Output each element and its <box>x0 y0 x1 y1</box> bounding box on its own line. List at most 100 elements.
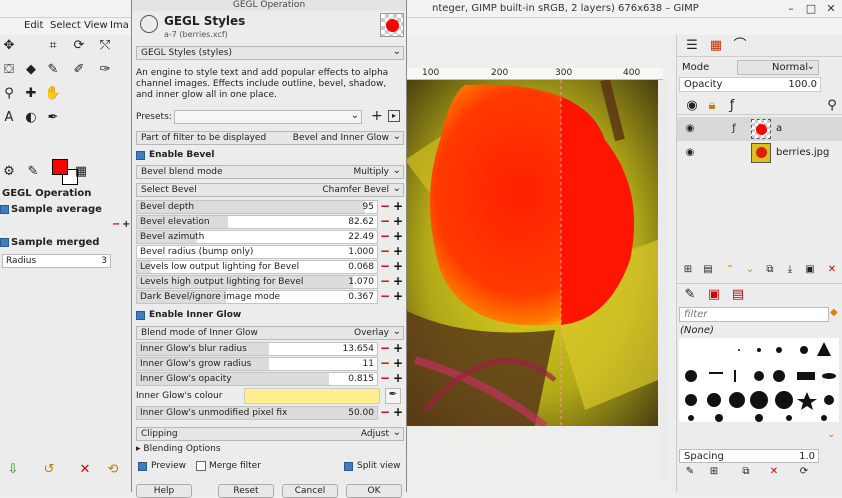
sample-merged-row[interactable]: Sample merged <box>0 237 130 249</box>
slider-row[interactable]: Inner Glow's opacity 0.815− + <box>136 372 404 386</box>
slider[interactable]: Inner Glow's blur radius 13.654 <box>136 342 378 356</box>
menu-select[interactable]: Select <box>50 20 81 31</box>
rotate-tool-icon[interactable]: ⟳ <box>70 37 88 55</box>
image-canvas[interactable] <box>405 80 658 426</box>
decrement-button[interactable]: − <box>379 290 391 304</box>
increment-button[interactable]: + <box>392 290 404 304</box>
decrement-button[interactable]: − <box>379 372 391 386</box>
decrement-button[interactable]: − <box>379 200 391 214</box>
slider[interactable]: Bevel depth 95 <box>136 200 378 214</box>
tool-options-tab-icon[interactable]: ⚙ <box>0 163 18 181</box>
unmodified-pixel-slider[interactable]: Inner Glow's unmodified pixel fix 50.00 <box>136 406 378 420</box>
crop-tool-icon[interactable]: ⌗ <box>44 37 62 55</box>
clone-tool-icon[interactable]: ⚲ <box>0 85 18 103</box>
warp-tool-icon[interactable]: ⤲ <box>96 37 114 55</box>
decrement-button[interactable]: − <box>379 357 391 371</box>
delete-options-icon[interactable]: ✕ <box>76 461 94 479</box>
chevron-down-icon[interactable]: ⌄ <box>827 429 835 440</box>
foreground-color-swatch[interactable] <box>52 159 68 175</box>
delete-layer-icon[interactable]: ✕ <box>823 261 841 279</box>
mask-layer-icon[interactable]: ▣ <box>801 261 819 279</box>
add-preset-icon[interactable]: + <box>371 108 383 124</box>
edit-brush-icon[interactable]: ✎ <box>681 463 699 481</box>
clipping-select[interactable]: Clipping Adjust ⌄ <box>136 427 404 441</box>
slider-row[interactable]: Levels low output lighting for Bevel 0.06… <box>136 260 404 274</box>
merge-filter-checkbox[interactable] <box>196 461 206 471</box>
decrement-button[interactable]: − <box>379 342 391 356</box>
presets-select[interactable]: ⌄ <box>174 110 362 124</box>
patterns-tab-icon[interactable]: ▣ <box>705 286 723 304</box>
increment-button[interactable]: + <box>392 342 404 356</box>
color-picker-icon[interactable]: ✒ <box>385 388 401 404</box>
lower-layer-icon[interactable]: ⌄ <box>741 261 759 279</box>
merge-filter-toggle[interactable]: Merge filter <box>196 461 276 473</box>
smudge-tool-icon[interactable]: ✋ <box>44 85 62 103</box>
slider-row[interactable]: Bevel depth 95− + <box>136 200 404 214</box>
lock-icon[interactable]: 🔒︎ <box>703 97 721 115</box>
restore-options-icon[interactable]: ↺ <box>40 461 58 479</box>
slider-row[interactable]: Dark Bevel/ignore image mode 0.367− + <box>136 290 404 304</box>
fx-icon[interactable]: ƒ <box>723 97 741 115</box>
channels-tab-icon[interactable]: ▦ <box>707 37 725 55</box>
visibility-eye-icon[interactable]: ◉ <box>681 120 699 138</box>
dodge-tool-icon[interactable]: ◐ <box>22 109 40 127</box>
slider-row[interactable]: Bevel azimuth 22.49− + <box>136 230 404 244</box>
gradients-tab-icon[interactable]: ▤ <box>729 286 747 304</box>
decrement-button[interactable]: − <box>379 260 391 274</box>
visibility-eye-icon[interactable]: ◉ <box>681 144 699 162</box>
merge-layer-icon[interactable]: ⤓ <box>781 261 799 279</box>
manage-presets-icon[interactable]: ▸ <box>388 110 400 122</box>
radius-minus-button[interactable]: − <box>112 219 120 230</box>
duplicate-brush-icon[interactable]: ⧉ <box>737 463 755 481</box>
increment-button[interactable]: + <box>392 245 404 259</box>
sample-average-row[interactable]: Sample average <box>0 204 130 216</box>
slider-row[interactable]: Bevel radius (bump only) 1.000− + <box>136 245 404 259</box>
heal-tool-icon[interactable]: ✚ <box>22 85 40 103</box>
increment-button[interactable]: + <box>392 406 404 420</box>
operation-select[interactable]: GEGL Styles (styles) ⌄ <box>136 46 404 60</box>
decrement-button[interactable]: − <box>379 215 391 229</box>
new-group-icon[interactable]: ▤ <box>699 261 717 279</box>
enable-bevel-checkbox[interactable] <box>136 151 145 160</box>
save-options-icon[interactable]: ⇩ <box>4 461 22 479</box>
slider[interactable]: Bevel radius (bump only) 1.000 <box>136 245 378 259</box>
mode-select[interactable]: Normal ⌄ <box>737 60 819 75</box>
cancel-button[interactable]: Cancel <box>282 484 338 498</box>
split-view-toggle[interactable]: Split view <box>344 461 404 473</box>
maximize-button[interactable]: □ <box>804 2 818 16</box>
vertical-scrollbar[interactable] <box>658 80 670 480</box>
slider[interactable]: Inner Glow's grow radius 11 <box>136 357 378 371</box>
decrement-button[interactable]: − <box>379 406 391 420</box>
preview-toggle[interactable]: Preview <box>138 461 198 473</box>
fx-icon[interactable]: ƒ <box>725 120 743 138</box>
device-status-tab-icon[interactable]: ✎ <box>24 163 42 181</box>
reset-options-icon[interactable]: ⟲ <box>104 461 122 479</box>
unmodified-pixel-row[interactable]: Inner Glow's unmodified pixel fix 50.00 … <box>136 406 404 420</box>
slider[interactable]: Dark Bevel/ignore image mode 0.367 <box>136 290 378 304</box>
increment-button[interactable]: + <box>392 372 404 386</box>
preview-checkbox[interactable] <box>138 462 147 471</box>
spacing-field[interactable]: Spacing 1.0 <box>679 449 819 463</box>
slider[interactable]: Levels low output lighting for Bevel 0.06… <box>136 260 378 274</box>
images-tab-icon[interactable]: ▦ <box>72 163 90 181</box>
paintbrush-icon[interactable]: ✎ <box>44 61 62 79</box>
increment-button[interactable]: + <box>392 357 404 371</box>
tag-icon[interactable]: ◆ <box>830 307 838 318</box>
decrement-button[interactable]: − <box>379 230 391 244</box>
help-button[interactable]: Help <box>136 484 192 498</box>
increment-button[interactable]: + <box>392 260 404 274</box>
increment-button[interactable]: + <box>392 200 404 214</box>
color-picker-icon[interactable]: ✒ <box>44 109 62 127</box>
slider[interactable]: Levels high output lighting for Bevel 1.0… <box>136 275 378 289</box>
airbrush-icon[interactable]: ✑ <box>96 61 114 79</box>
inner-glow-colour-button[interactable] <box>244 388 380 404</box>
increment-button[interactable]: + <box>392 275 404 289</box>
duplicate-layer-icon[interactable]: ⧉ <box>761 261 779 279</box>
slider[interactable]: Inner Glow's opacity 0.815 <box>136 372 378 386</box>
delete-brush-icon[interactable]: ✕ <box>765 463 783 481</box>
search-icon[interactable]: ⚲ <box>823 97 841 115</box>
radius-field[interactable]: Radius 3 <box>2 254 111 268</box>
brush-grid[interactable] <box>679 338 839 422</box>
radius-plus-button[interactable]: + <box>122 219 130 230</box>
increment-button[interactable]: + <box>392 215 404 229</box>
